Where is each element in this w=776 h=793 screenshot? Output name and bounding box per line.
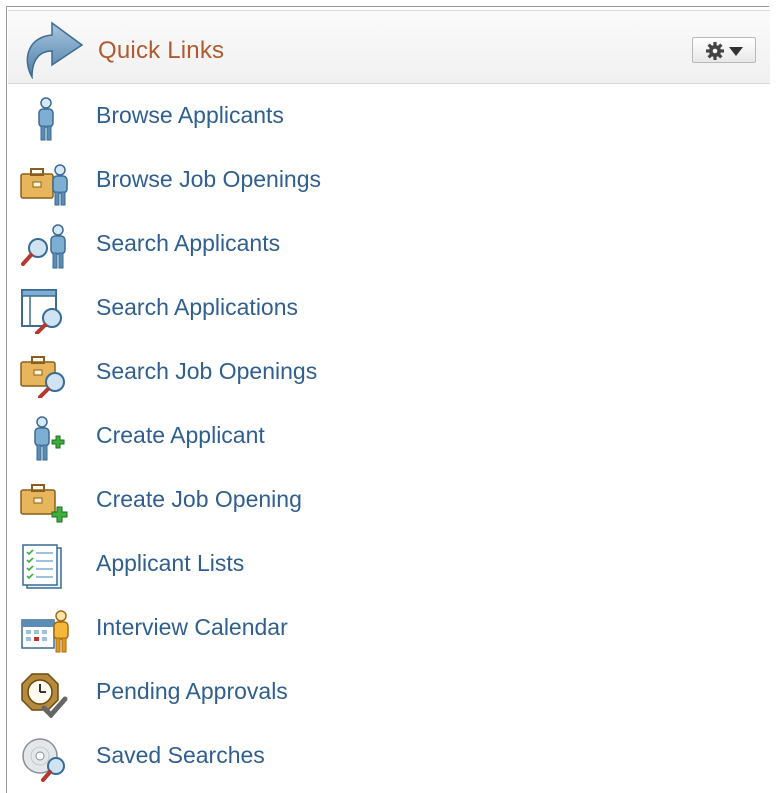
search-briefcase-icon: [20, 356, 65, 398]
link-label[interactable]: Browse Job Openings: [96, 166, 321, 193]
briefcase-person-icon: [20, 164, 68, 206]
page-title: Quick Links: [98, 37, 225, 64]
add-person-icon: [34, 416, 65, 461]
link-applicant-lists[interactable]: Applicant Lists: [8, 532, 768, 596]
link-label[interactable]: Saved Searches: [96, 742, 265, 769]
link-saved-searches[interactable]: Saved Searches: [8, 724, 768, 788]
link-create-job-opening[interactable]: Create Job Opening: [8, 468, 768, 532]
pagelet-header: Quick Links: [8, 10, 770, 84]
curved-arrow-icon: [26, 21, 84, 79]
link-label[interactable]: Create Applicant: [96, 422, 265, 449]
link-label[interactable]: Search Job Openings: [96, 358, 317, 385]
link-search-applicants[interactable]: Search Applicants: [8, 212, 768, 276]
link-create-applicant[interactable]: Create Applicant: [8, 404, 768, 468]
link-interview-calendar[interactable]: Interview Calendar: [8, 596, 768, 660]
add-briefcase-icon: [20, 484, 68, 523]
link-browse-job-openings[interactable]: Browse Job Openings: [8, 148, 768, 212]
link-label[interactable]: Browse Applicants: [96, 102, 284, 129]
link-browse-applicants[interactable]: Browse Applicants: [8, 84, 768, 148]
link-label[interactable]: Interview Calendar: [96, 614, 288, 641]
link-pending-approvals[interactable]: Pending Approvals: [8, 660, 768, 724]
link-label[interactable]: Create Job Opening: [96, 486, 302, 513]
disc-search-icon: [22, 738, 65, 782]
quick-links-list: Browse Applicants Browse Job Openings Se…: [8, 84, 768, 788]
link-label[interactable]: Pending Approvals: [96, 678, 288, 705]
calendar-person-icon: [21, 610, 69, 653]
pagelet-options-button[interactable]: [692, 37, 756, 63]
gear-icon: [706, 42, 724, 60]
checklist-icon: [22, 544, 62, 589]
link-search-job-openings[interactable]: Search Job Openings: [8, 340, 768, 404]
link-label[interactable]: Search Applications: [96, 294, 298, 321]
applicant-person-icon: [38, 97, 54, 141]
link-search-applications[interactable]: Search Applications: [8, 276, 768, 340]
chevron-down-icon: [729, 47, 743, 56]
clock-check-icon: [21, 673, 68, 718]
search-window-icon: [21, 289, 62, 334]
link-label[interactable]: Search Applicants: [96, 230, 280, 257]
link-label[interactable]: Applicant Lists: [96, 550, 244, 577]
search-people-icon: [21, 224, 66, 269]
